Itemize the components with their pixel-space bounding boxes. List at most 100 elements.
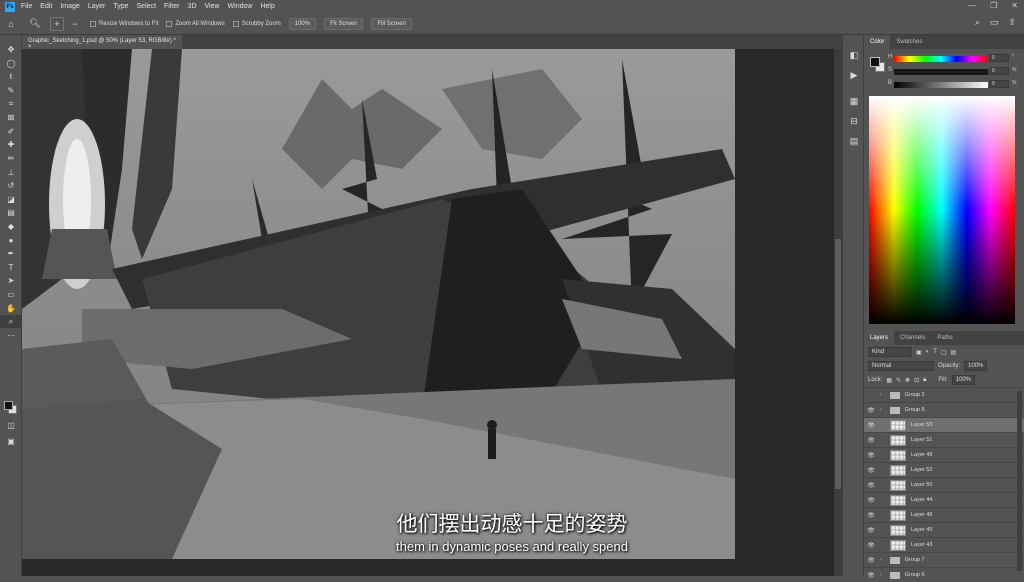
healing-icon[interactable]: ✚ [0,138,22,152]
group-expand-chevron-icon[interactable]: › [880,557,882,563]
brush-icon[interactable]: ✏ [0,152,22,166]
frame-icon[interactable]: ⊠ [0,111,22,125]
type-icon[interactable]: T [0,261,22,275]
canvas-area[interactable] [22,49,842,576]
document-tab[interactable]: Graphic_Sketching_1.psd @ 50% (Layer 53,… [22,35,182,50]
properties-panel-icon[interactable]: ▦ [843,91,865,111]
menu-type[interactable]: Type [113,3,128,10]
dodge-icon[interactable]: ● [0,233,22,247]
tab-color[interactable]: Color [864,35,891,49]
lock-all-icon[interactable]: 🔒︎ [923,377,926,384]
fit-screen-button[interactable]: Fit Screen [324,17,364,30]
visibility-eye-icon[interactable]: 👁︎ [864,497,878,504]
tab-layers[interactable]: Layers [864,331,895,345]
layer-name[interactable]: Layer 51 [911,437,932,443]
zoom-out-icon[interactable]: − [68,17,82,31]
menu-window[interactable]: Window [228,3,253,10]
layer-group-row[interactable]: 👁︎ › Group 6 [864,567,1024,582]
menu-3d[interactable]: 3D [188,3,197,10]
libraries-panel-icon[interactable]: ▤ [843,131,865,151]
search-icon[interactable]: ⌕ [975,17,980,28]
home-icon[interactable]: ⌂ [4,17,18,31]
layer-name[interactable]: Layer 43 [911,542,932,548]
history-brush-icon[interactable]: ↺ [0,179,22,193]
lock-move-icon[interactable]: ✥ [905,377,910,384]
brightness-slider[interactable] [894,82,988,88]
maximize-icon[interactable]: ❐ [990,1,997,10]
visibility-eye-icon[interactable]: 👁︎ [864,572,878,579]
crop-icon[interactable]: ⌗ [0,97,22,111]
lock-artboard-icon[interactable]: ⊡ [914,377,919,384]
layer-group-row[interactable]: 👁︎ › Group 8 [864,402,1024,417]
layer-name[interactable]: Layer 45 [911,527,932,533]
visibility-eye-icon[interactable]: 👁︎ [864,452,878,459]
zoom-tool-icon[interactable]: 🔍︎ [28,17,42,31]
layer-filter-select[interactable]: Kind [868,347,912,357]
history-panel-icon[interactable]: ◧ [843,45,865,65]
close-icon[interactable]: ✕ [1011,1,1018,10]
quick-select-icon[interactable]: ✎ [0,84,22,98]
visibility-eye-icon[interactable]: 👁︎ [864,437,878,444]
fill-input[interactable]: 100% [951,375,976,385]
layer-name[interactable]: Layer 49 [911,452,932,458]
group-expand-chevron-icon[interactable]: › [880,407,882,413]
visibility-eye-icon[interactable]: 👁︎ [864,467,878,474]
canvas-vertical-scrollbar[interactable] [834,49,842,576]
zoom-100-button[interactable]: 100% [288,17,317,30]
layer-name[interactable]: Layer 46 [911,512,932,518]
gradient-icon[interactable]: ▤ [0,206,22,220]
zoom-in-icon[interactable]: + [50,16,64,31]
lock-paint-icon[interactable]: ✎ [896,377,901,384]
filter-type-icon[interactable]: T [933,349,937,355]
layer-name[interactable]: Group 2 [905,392,925,398]
foreground-color-swatch[interactable] [4,401,13,410]
brightness-value[interactable]: 9 [989,80,1009,88]
eyedropper-icon[interactable]: ✐ [0,125,22,139]
menu-file[interactable]: File [21,3,32,10]
filter-shape-icon[interactable]: ▢ [941,349,947,356]
menu-select[interactable]: Select [137,3,156,10]
actions-panel-icon[interactable]: ▶ [843,65,865,85]
fill-screen-button[interactable]: Fill Screen [371,17,412,30]
lasso-icon[interactable]: ℓ [0,70,22,84]
hue-slider[interactable] [894,56,988,62]
hue-value[interactable]: 0 [989,54,1009,62]
layer-name[interactable]: Group 6 [905,572,925,578]
layer-name[interactable]: Layer 44 [911,497,932,503]
lock-pixels-icon[interactable]: ▦ [886,377,892,384]
layer-row[interactable]: 👁︎ Layer 50 [864,477,1024,492]
pen-icon[interactable]: ✒ [0,247,22,261]
eraser-icon[interactable]: ◪ [0,193,22,207]
layer-name[interactable]: Layer 50 [911,482,932,488]
layer-group-row[interactable]: 👁︎ › Group 7 [864,552,1024,567]
visibility-eye-icon[interactable]: 👁︎ [864,527,878,534]
filter-adjust-icon[interactable]: ◐ [926,349,930,355]
quick-mask-icon[interactable]: ◫ [0,419,22,433]
visibility-eye-icon[interactable]: 👁︎ [864,407,878,414]
rectangle-icon[interactable]: ▭ [0,288,22,302]
workspace-icon[interactable]: ▭ [990,17,999,28]
zoom-all-windows-checkbox[interactable]: Zoom All Windows [166,20,225,27]
layer-group-row[interactable]: › Group 2 [864,387,1024,402]
resize-windows-checkbox[interactable]: Resize Windows to Fit [90,20,158,27]
visibility-eye-icon[interactable]: 👁︎ [864,422,878,429]
minimize-icon[interactable]: — [968,1,976,10]
visibility-eye-icon[interactable]: 👁︎ [864,482,878,489]
filter-smart-icon[interactable]: ▤ [951,349,957,356]
blur-icon[interactable]: ◆ [0,220,22,234]
layer-row[interactable]: 👁︎ Layer 46 [864,507,1024,522]
menu-edit[interactable]: Edit [40,3,52,10]
layer-row[interactable]: 👁︎ Layer 51 [864,432,1024,447]
opacity-input[interactable]: 100% [964,361,988,371]
layer-row[interactable]: 👁︎ Layer 53 [864,417,1024,432]
blend-mode-select[interactable]: Normal [868,361,934,371]
visibility-eye-icon[interactable]: 👁︎ [864,512,878,519]
move-icon[interactable]: ✥ [0,43,22,57]
share-icon[interactable]: ⇪ [1008,17,1016,28]
zoom-icon[interactable]: ⌕ [0,314,22,329]
path-select-icon[interactable]: ➤ [0,274,22,288]
hand-icon[interactable]: ✋ [0,301,22,315]
more-tools-icon[interactable]: ⋯ [0,328,22,342]
menu-help[interactable]: Help [260,3,274,10]
menu-image[interactable]: Image [60,3,79,10]
